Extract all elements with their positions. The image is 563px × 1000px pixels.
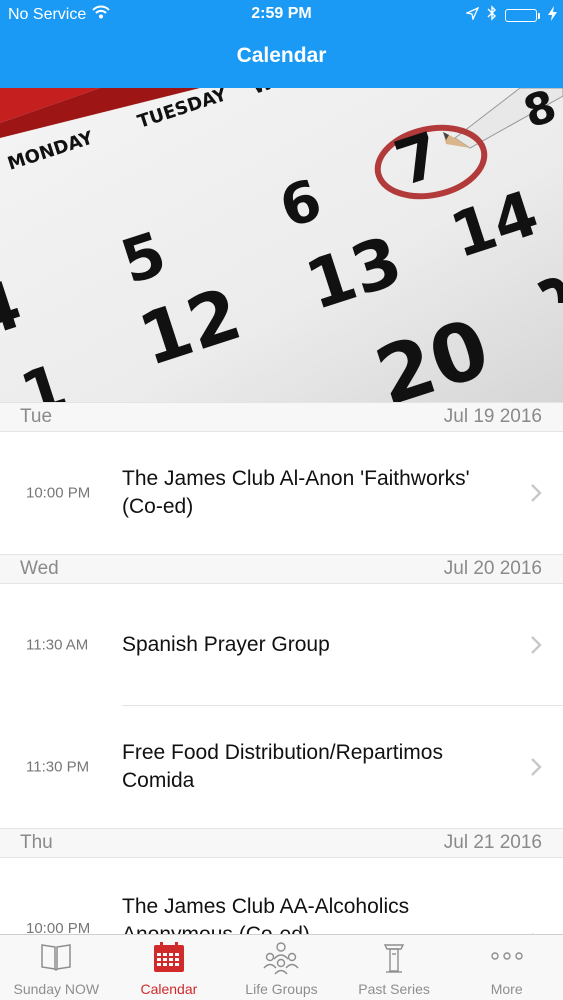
event-row[interactable]: 10:00 PM The James Club Al-Anon 'Faithwo… — [0, 432, 563, 554]
tab-more[interactable]: More — [450, 935, 563, 1000]
event-title: The James Club AA-Alcoholics Anonymous (… — [122, 895, 410, 934]
event-time: 11:30 PM — [26, 758, 90, 776]
charging-bolt-icon — [548, 5, 557, 26]
day-header: Thu Jul 21 2016 — [0, 828, 563, 858]
page-title: Calendar — [236, 44, 327, 67]
chevron-right-icon — [531, 636, 542, 654]
bluetooth-icon — [487, 5, 497, 26]
day-header: Tue Jul 19 2016 — [0, 402, 563, 432]
tab-sunday-now[interactable]: Sunday NOW — [0, 935, 113, 1000]
status-bar: No Service 2:59 PM — [0, 0, 563, 30]
day-name: Thu — [20, 832, 53, 853]
more-dots-icon — [490, 952, 523, 960]
chevron-right-icon — [531, 484, 542, 502]
tab-label: Sunday NOW — [13, 981, 100, 997]
event-time: 11:30 AM — [26, 636, 89, 654]
day-date: Jul 20 2016 — [443, 558, 542, 579]
location-arrow-icon — [464, 6, 480, 25]
event-time: 10:00 PM — [26, 484, 91, 502]
tab-bar: Sunday NOW Calendar Life Groups Past Ser… — [0, 934, 563, 1000]
tab-past-series[interactable]: Past Series — [338, 935, 451, 1000]
calendar-icon — [153, 942, 184, 972]
top-bar: No Service 2:59 PM Calendar — [0, 0, 563, 88]
event-time: 10:00 PM — [26, 920, 91, 934]
calendar-hero-image: MONDAY TUESDAY W 8 7 6 5 14 13 12 20 4 1 — [0, 88, 563, 402]
tab-life-groups[interactable]: Life Groups — [225, 935, 338, 1000]
tab-label: Life Groups — [245, 981, 318, 997]
battery-icon — [505, 9, 540, 22]
event-title: Spanish Prayer Group — [122, 633, 330, 656]
events-list[interactable]: Tue Jul 19 2016 10:00 PM The James Club … — [0, 402, 563, 934]
day-date: Jul 19 2016 — [443, 406, 542, 427]
day-name: Wed — [20, 558, 59, 579]
chevron-right-icon — [531, 758, 542, 776]
event-title: Free Food Distribution/Repartimos Comida — [122, 741, 443, 792]
podium-icon — [383, 944, 405, 973]
book-icon — [41, 944, 72, 971]
event-row[interactable]: 10:00 PM The James Club AA-Alcoholics An… — [0, 858, 563, 934]
day-date: Jul 21 2016 — [443, 832, 542, 853]
tab-label: Past Series — [358, 981, 430, 997]
people-group-icon — [263, 942, 300, 975]
day-name: Tue — [20, 406, 53, 427]
event-row[interactable]: 11:30 PM Free Food Distribution/Repartim… — [0, 706, 563, 828]
day-header: Wed Jul 20 2016 — [0, 554, 563, 584]
tab-label: Calendar — [140, 981, 198, 997]
tab-calendar[interactable]: Calendar — [113, 935, 226, 1000]
event-title: The James Club Al-Anon 'Faithworks' (Co-… — [122, 467, 470, 518]
tab-label: More — [490, 981, 523, 997]
event-row[interactable]: 11:30 AM Spanish Prayer Group — [0, 584, 563, 706]
